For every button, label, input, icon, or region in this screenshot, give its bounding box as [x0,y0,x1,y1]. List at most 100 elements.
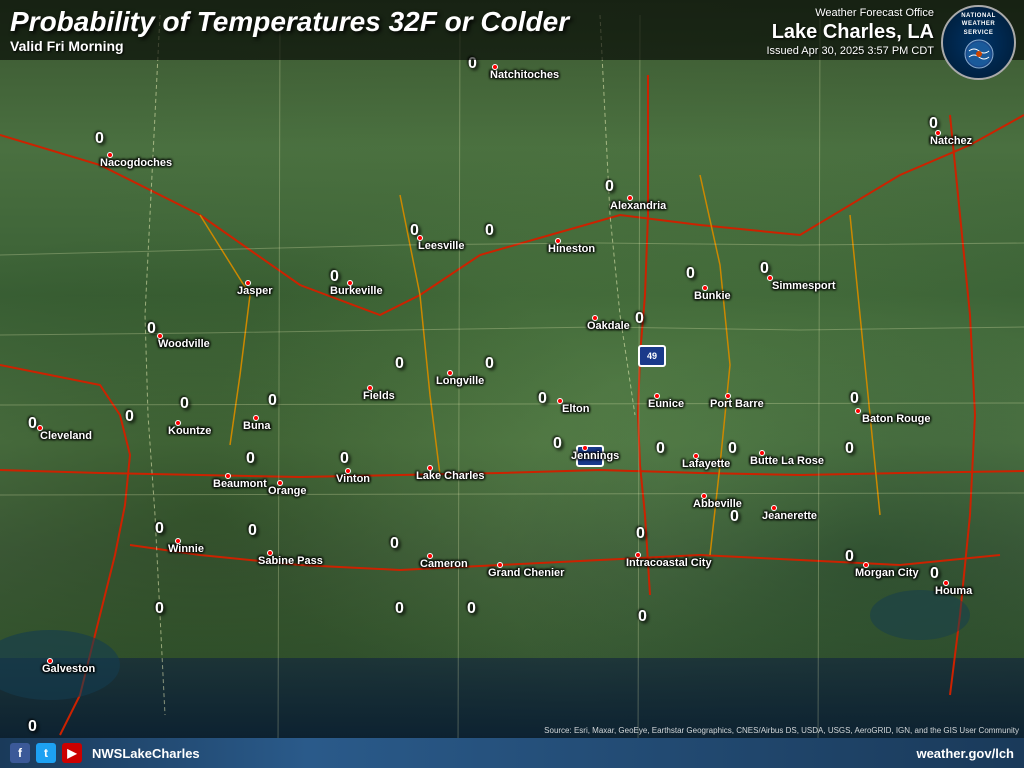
probability-value: 0 [635,310,644,328]
city-label: Nacogdoches [100,157,172,169]
social-handle: NWSLakeCharles [92,746,200,761]
city-label: Beaumont [213,478,267,490]
probability-value: 0 [125,408,134,426]
city-label: Elton [562,403,590,415]
probability-value: 0 [28,718,37,736]
city-dot [582,445,588,451]
city-dot [759,450,765,456]
nws-logo: NATIONAL WEATHER SERVICE [941,5,1016,80]
bottom-bar: f t ▶ NWSLakeCharles weather.gov/lch [0,738,1024,768]
city-label: Leesville [418,240,464,252]
city-dot [245,280,251,286]
twitter-icon[interactable]: t [36,743,56,763]
city-dot [557,398,563,404]
city-label: Simmesport [772,280,836,292]
probability-value: 0 [485,355,494,373]
probability-value: 0 [845,548,854,566]
city-label: Jasper [237,285,272,297]
city-dot [277,480,283,486]
probability-value: 0 [730,508,739,526]
city-dot [725,393,731,399]
city-dot [427,465,433,471]
city-label: Lafayette [682,458,730,470]
probability-value: 0 [390,535,399,553]
probability-value: 0 [180,395,189,413]
city-label: Alexandria [610,200,666,212]
city-dot [702,285,708,291]
city-dot [175,538,181,544]
probability-value: 0 [930,565,939,583]
city-dot [771,505,777,511]
city-dot [37,425,43,431]
city-label: Cleveland [40,430,92,442]
city-dot [943,580,949,586]
probability-value: 0 [147,320,156,338]
city-label: Galveston [42,663,95,675]
probability-value: 0 [467,600,476,618]
probability-value: 0 [538,390,547,408]
source-text: Source: Esri, Maxar, GeoEye, Earthstar G… [544,726,1019,735]
wfo-label: Weather Forecast Office [766,6,934,20]
header-right: Weather Forecast Office Lake Charles, LA… [766,6,934,59]
city-dot [855,408,861,414]
city-dot [693,453,699,459]
probability-value: 0 [636,525,645,543]
probability-value: 0 [638,608,647,626]
city-dot [47,658,53,664]
probability-value: 0 [656,440,665,458]
issued-label: Issued Apr 30, 2025 3:57 PM CDT [766,44,934,58]
city-dot [267,550,273,556]
city-label: Burkeville [330,285,383,297]
probability-value: 0 [728,440,737,458]
city-label: Jennings [571,450,619,462]
road-network [0,0,1024,768]
city-label: Hineston [548,243,595,255]
city-dot [253,415,259,421]
city-label: Vinton [336,473,370,485]
city-dot [345,468,351,474]
probability-value: 0 [155,600,164,618]
city-label: Butte La Rose [750,455,824,467]
probability-value: 0 [248,522,257,540]
city-dot [767,275,773,281]
city-label: Natchitoches [490,69,559,81]
city-label: Sabine Pass [258,555,323,567]
city-dot [367,385,373,391]
city-dot [635,552,641,558]
city-dot [427,553,433,559]
city-label: Buna [243,420,271,432]
probability-value: 0 [155,520,164,538]
city-dot [592,315,598,321]
facebook-icon[interactable]: f [10,743,30,763]
city-dot [157,333,163,339]
city-label: Cameron [420,558,468,570]
probability-value: 0 [28,415,37,433]
probability-value: 0 [340,450,349,468]
city-label: Houma [935,585,972,597]
probability-value: 0 [845,440,854,458]
city-dot [654,393,660,399]
city-label: Kountze [168,425,211,437]
city-label: Bunkie [694,290,731,302]
page-header: Probability of Temperatures 32F or Colde… [0,0,1024,60]
probability-value: 0 [395,600,404,618]
city-dot [175,420,181,426]
city-label: Port Barre [710,398,764,410]
probability-value: 0 [268,392,277,410]
city-dot [701,493,707,499]
website-url[interactable]: weather.gov/lch [916,746,1014,761]
probability-value: 0 [605,178,614,196]
probability-value: 0 [330,268,339,286]
city-label: Lake Charles [416,470,484,482]
city-label: Fields [363,390,395,402]
city-dot [347,280,353,286]
nws-logo-text: NATIONAL WEATHER SERVICE [959,10,998,75]
city-label: Natchez [930,135,972,147]
city-label: Intracoastal City [626,557,712,569]
city-label: Oakdale [587,320,630,332]
youtube-icon[interactable]: ▶ [62,743,82,763]
city-dot [447,370,453,376]
city-dot [863,562,869,568]
city-label: Eunice [648,398,684,410]
map-container: Probability of Temperatures 32F or Colde… [0,0,1024,768]
